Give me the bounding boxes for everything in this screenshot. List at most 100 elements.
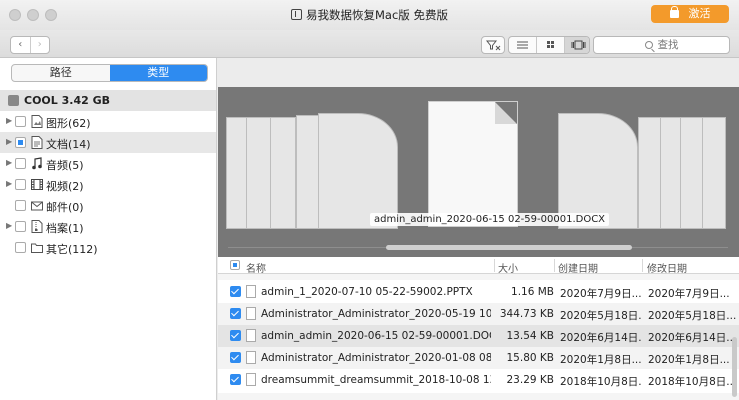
- partial-list-row: [218, 274, 739, 280]
- filter-icon: [485, 40, 501, 51]
- sidebar-item-documents[interactable]: ▶ 文档(14): [0, 132, 216, 153]
- table-row[interactable]: admin_admin_2020-06-15 02-59-00001.DOCX …: [218, 325, 739, 347]
- file-icon: [246, 351, 256, 364]
- sidebar-item-mail[interactable]: 邮件(0): [0, 195, 216, 216]
- sidebar-item-graphics[interactable]: ▶ 图形(62): [0, 111, 216, 132]
- file-modified: 2020年1月8日...: [648, 354, 730, 366]
- preview-caption: admin_admin_2020-06-15 02-59-00001.DOCX: [370, 213, 610, 226]
- search-icon: [644, 41, 653, 49]
- file-size: 23.29 KB: [506, 374, 555, 386]
- selected-document-thumbnail[interactable]: [428, 101, 518, 227]
- item-checkbox[interactable]: [15, 200, 26, 211]
- document-thumbnail[interactable]: [270, 117, 296, 229]
- tab-type[interactable]: 类型: [109, 65, 207, 81]
- row-checkbox[interactable]: [230, 374, 241, 385]
- file-created: 2020年5月18日...: [560, 310, 642, 322]
- sidebar-item-other[interactable]: 其它(112): [0, 237, 216, 258]
- file-preview-panel[interactable]: admin_admin_2020-06-15 02-59-00001.DOCX: [218, 87, 739, 257]
- sidebar-item-label: 其它(112): [46, 243, 98, 256]
- row-checkbox[interactable]: [230, 330, 241, 341]
- file-size: 15.80 KB: [506, 352, 555, 364]
- document-icon: [31, 136, 43, 149]
- select-all-checkbox[interactable]: [230, 260, 240, 270]
- window-title-text: 易我数据恢复Mac版 免费版: [306, 8, 448, 22]
- file-name: admin_admin_2020-06-15 02-59-00001.DOCX: [261, 330, 491, 342]
- disclosure-arrow-icon[interactable]: ▶: [6, 179, 12, 188]
- view-mode-group: [508, 36, 590, 54]
- preview-view-button[interactable]: [564, 37, 589, 53]
- mail-icon: [31, 201, 43, 211]
- item-checkbox[interactable]: [15, 116, 26, 127]
- document-thumbnail[interactable]: [318, 113, 398, 229]
- item-checkbox[interactable]: [15, 158, 26, 169]
- file-created: 2020年6月14日...: [560, 332, 642, 344]
- disclosure-arrow-icon[interactable]: ▶: [6, 116, 12, 125]
- item-checkbox[interactable]: [15, 242, 26, 253]
- column-separator: [642, 259, 643, 272]
- disclosure-arrow-icon[interactable]: ▶: [6, 158, 12, 167]
- image-icon: [31, 115, 43, 128]
- row-checkbox[interactable]: [230, 286, 241, 297]
- column-created[interactable]: 创建日期: [558, 260, 598, 275]
- sidebar-item-label: 档案(1): [46, 222, 84, 235]
- filter-button[interactable]: [481, 36, 505, 54]
- coverflow-view-icon: [571, 40, 586, 50]
- file-size: 1.16 MB: [511, 286, 554, 298]
- back-button[interactable]: ‹: [11, 37, 30, 53]
- row-checkbox[interactable]: [230, 352, 241, 363]
- nav-group: ‹ ›: [10, 36, 50, 54]
- music-note-icon: [32, 157, 42, 170]
- table-row[interactable]: Administrator_Administrator_2020-01-08 0…: [218, 347, 739, 369]
- file-size: 344.73 KB: [499, 308, 554, 320]
- item-checkbox[interactable]: [15, 221, 26, 232]
- row-checkbox[interactable]: [230, 308, 241, 319]
- tab-path[interactable]: 路径: [12, 65, 110, 81]
- partial-list-row: [218, 393, 739, 400]
- file-modified: 2020年7月9日...: [648, 288, 730, 300]
- table-row[interactable]: admin_1_2020-07-10 05-22-59002.PPTX 1.16…: [218, 281, 739, 303]
- folder-icon: [31, 243, 43, 253]
- file-modified: 2018年10月8日...: [648, 376, 736, 388]
- sidebar: 路径 类型 COOL 3.42 GB ▶ 图形(62) ▶ 文档(14) ▶ 音…: [0, 58, 217, 400]
- disclosure-arrow-icon[interactable]: ▶: [6, 137, 12, 146]
- sidebar-tabs: 路径 类型: [11, 64, 208, 82]
- column-name[interactable]: 名称: [246, 260, 266, 275]
- item-checkbox[interactable]: [15, 179, 26, 190]
- file-icon: [246, 329, 256, 342]
- sidebar-item-label: 图形(62): [46, 117, 91, 130]
- file-created: 2020年7月9日...: [560, 288, 642, 300]
- search-placeholder: 查找: [657, 39, 679, 51]
- column-size[interactable]: 大小: [498, 260, 518, 275]
- document-thumbnail[interactable]: [246, 117, 272, 229]
- sidebar-item-audio[interactable]: ▶ 音频(5): [0, 153, 216, 174]
- sidebar-item-label: 文档(14): [46, 138, 91, 151]
- disclosure-arrow-icon[interactable]: ▶: [6, 221, 12, 230]
- sidebar-item-video[interactable]: ▶ 视频(2): [0, 174, 216, 195]
- file-name: admin_1_2020-07-10 05-22-59002.PPTX: [261, 286, 473, 298]
- table-row[interactable]: Administrator_Administrator_2020-05-19 1…: [218, 303, 739, 325]
- sidebar-item-archive[interactable]: ▶ 档案(1): [0, 216, 216, 237]
- file-modified: 2020年6月14日...: [648, 332, 736, 344]
- list-view-button[interactable]: [509, 37, 536, 53]
- search-input[interactable]: 查找: [593, 36, 730, 54]
- item-checkbox[interactable]: [15, 137, 26, 148]
- table-row[interactable]: dreamsummit_dreamsummit_2018-10-08 13-23…: [218, 369, 739, 391]
- forward-button[interactable]: ›: [29, 37, 50, 53]
- list-view-icon: [517, 41, 528, 49]
- file-icon: [246, 285, 256, 298]
- grid-view-button[interactable]: [536, 37, 564, 53]
- column-modified[interactable]: 修改日期: [647, 260, 687, 275]
- activate-button[interactable]: 激活: [651, 5, 729, 23]
- drive-label: COOL 3.42 GB: [24, 94, 110, 107]
- column-separator: [494, 259, 495, 272]
- drive-row[interactable]: COOL 3.42 GB: [0, 90, 216, 111]
- file-created: 2018年10月8日...: [560, 376, 642, 388]
- document-thumbnail[interactable]: [680, 117, 704, 229]
- app-icon: [291, 9, 303, 20]
- list-scrollbar[interactable]: [732, 337, 737, 397]
- document-thumbnail[interactable]: [558, 113, 638, 229]
- activate-label: 激活: [688, 7, 711, 20]
- file-modified: 2020年5月18日...: [648, 310, 736, 322]
- preview-scrollbar[interactable]: [386, 245, 632, 250]
- document-thumbnail[interactable]: [702, 117, 726, 229]
